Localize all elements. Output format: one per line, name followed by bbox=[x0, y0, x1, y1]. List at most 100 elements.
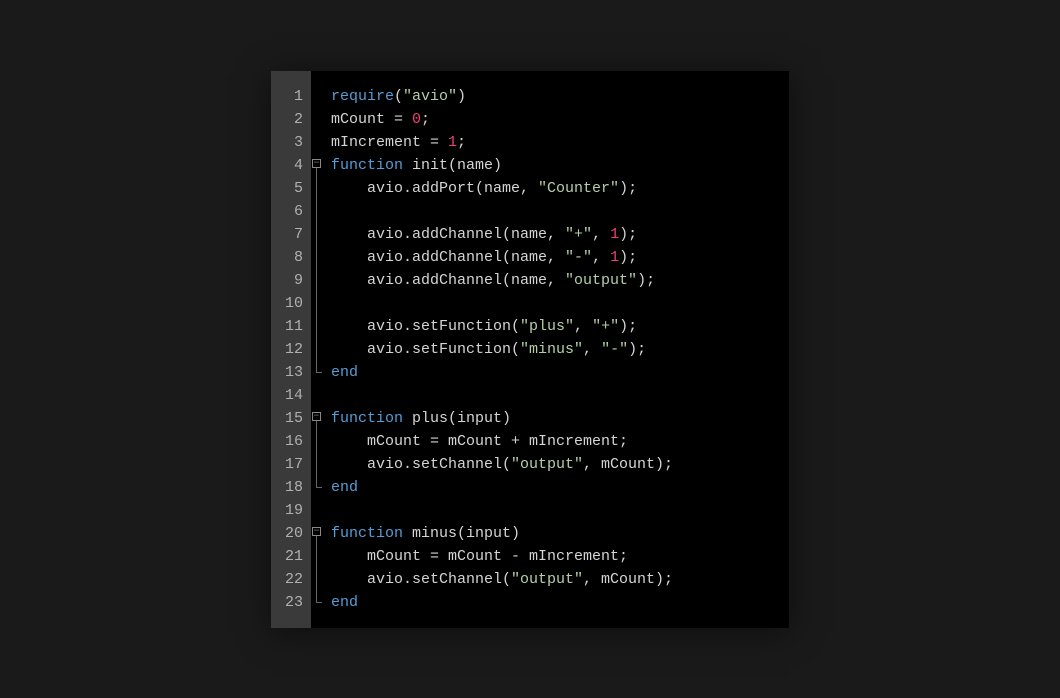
code-token: plus(input) bbox=[403, 410, 511, 427]
code-token: "+" bbox=[565, 226, 592, 243]
code-line[interactable] bbox=[331, 200, 771, 223]
code-line[interactable]: avio.addPort(name, "Counter"); bbox=[331, 177, 771, 200]
code-line[interactable]: avio.setChannel("output", mCount); bbox=[331, 568, 771, 591]
code-line[interactable]: end bbox=[331, 591, 771, 614]
fold-cell bbox=[311, 200, 325, 223]
code-line[interactable]: avio.setFunction("minus", "-"); bbox=[331, 338, 771, 361]
fold-toggle-icon[interactable]: − bbox=[312, 527, 321, 536]
line-number: 6 bbox=[283, 200, 303, 223]
code-token: avio.addChannel(name, bbox=[331, 249, 565, 266]
fold-cell bbox=[311, 499, 325, 522]
code-line[interactable]: mIncrement = 1; bbox=[331, 131, 771, 154]
code-token: "+" bbox=[592, 318, 619, 335]
code-token bbox=[331, 203, 367, 220]
fold-cell: − bbox=[311, 407, 325, 430]
line-number: 19 bbox=[283, 499, 303, 522]
line-number: 20 bbox=[283, 522, 303, 545]
code-line[interactable]: avio.setFunction("plus", "+"); bbox=[331, 315, 771, 338]
code-line[interactable]: end bbox=[331, 476, 771, 499]
line-number: 12 bbox=[283, 338, 303, 361]
line-number: 7 bbox=[283, 223, 303, 246]
code-token: 1 bbox=[610, 226, 619, 243]
code-token: , bbox=[574, 318, 592, 335]
code-token: , bbox=[592, 249, 610, 266]
line-number: 15 bbox=[283, 407, 303, 430]
fold-cell bbox=[311, 476, 325, 499]
code-token: end bbox=[331, 364, 358, 381]
code-line[interactable]: function minus(input) bbox=[331, 522, 771, 545]
code-token: "plus" bbox=[520, 318, 574, 335]
line-number: 18 bbox=[283, 476, 303, 499]
fold-cell bbox=[311, 292, 325, 315]
code-line[interactable]: avio.addChannel(name, "+", 1); bbox=[331, 223, 771, 246]
code-token: ); bbox=[637, 272, 655, 289]
code-token: avio.addChannel(name, bbox=[331, 226, 565, 243]
code-line[interactable]: function init(name) bbox=[331, 154, 771, 177]
fold-column: − − − bbox=[311, 71, 325, 628]
code-token: mCount = bbox=[331, 111, 412, 128]
line-number-gutter: 1234567891011121314151617181920212223 bbox=[271, 71, 311, 628]
code-token: ; bbox=[457, 134, 466, 151]
fold-cell bbox=[311, 223, 325, 246]
code-line[interactable]: avio.addChannel(name, "-", 1); bbox=[331, 246, 771, 269]
code-token: "avio" bbox=[403, 88, 457, 105]
fold-cell bbox=[311, 591, 325, 614]
code-line[interactable]: avio.setChannel("output", mCount); bbox=[331, 453, 771, 476]
fold-cell bbox=[311, 85, 325, 108]
code-area[interactable]: require("avio")mCount = 0;mIncrement = 1… bbox=[325, 71, 789, 628]
fold-cell bbox=[311, 131, 325, 154]
fold-toggle-icon[interactable]: − bbox=[312, 159, 321, 168]
code-token: 0 bbox=[412, 111, 421, 128]
line-number: 1 bbox=[283, 85, 303, 108]
code-token: ) bbox=[457, 88, 466, 105]
code-token: , bbox=[583, 341, 601, 358]
code-token: end bbox=[331, 594, 358, 611]
fold-cell bbox=[311, 246, 325, 269]
code-line[interactable]: mCount = mCount - mIncrement; bbox=[331, 545, 771, 568]
code-line[interactable]: avio.addChannel(name, "output"); bbox=[331, 269, 771, 292]
fold-cell bbox=[311, 361, 325, 384]
line-number: 8 bbox=[283, 246, 303, 269]
code-token: end bbox=[331, 479, 358, 496]
code-line[interactable] bbox=[331, 292, 771, 315]
line-number: 23 bbox=[283, 591, 303, 614]
code-line[interactable]: require("avio") bbox=[331, 85, 771, 108]
code-token: mCount = mCount - mIncrement; bbox=[331, 548, 628, 565]
code-token: avio.addChannel(name, bbox=[331, 272, 565, 289]
code-token: avio.setFunction( bbox=[331, 341, 520, 358]
line-number: 2 bbox=[283, 108, 303, 131]
code-token: mIncrement = bbox=[331, 134, 448, 151]
fold-cell bbox=[311, 453, 325, 476]
code-token: "minus" bbox=[520, 341, 583, 358]
code-token: avio.setChannel( bbox=[331, 456, 511, 473]
code-token: "output" bbox=[511, 571, 583, 588]
code-token: function bbox=[331, 525, 403, 542]
code-line[interactable]: mCount = 0; bbox=[331, 108, 771, 131]
line-number: 4 bbox=[283, 154, 303, 177]
code-token: , mCount); bbox=[583, 571, 673, 588]
code-line[interactable]: function plus(input) bbox=[331, 407, 771, 430]
line-number: 5 bbox=[283, 177, 303, 200]
code-line[interactable] bbox=[331, 384, 771, 407]
code-token: function bbox=[331, 157, 403, 174]
line-number: 17 bbox=[283, 453, 303, 476]
fold-cell bbox=[311, 568, 325, 591]
code-token: avio.addPort(name, bbox=[331, 180, 538, 197]
code-token: ; bbox=[421, 111, 430, 128]
code-line[interactable]: mCount = mCount + mIncrement; bbox=[331, 430, 771, 453]
fold-toggle-icon[interactable]: − bbox=[312, 412, 321, 421]
code-token bbox=[331, 295, 367, 312]
code-token: "-" bbox=[601, 341, 628, 358]
code-token: "output" bbox=[511, 456, 583, 473]
code-token: ); bbox=[628, 341, 646, 358]
code-line[interactable] bbox=[331, 499, 771, 522]
code-token: , mCount); bbox=[583, 456, 673, 473]
code-token: avio.setFunction( bbox=[331, 318, 520, 335]
fold-cell bbox=[311, 430, 325, 453]
line-number: 22 bbox=[283, 568, 303, 591]
code-line[interactable]: end bbox=[331, 361, 771, 384]
fold-cell bbox=[311, 545, 325, 568]
code-token: init(name) bbox=[403, 157, 502, 174]
line-number: 10 bbox=[283, 292, 303, 315]
fold-cell: − bbox=[311, 154, 325, 177]
